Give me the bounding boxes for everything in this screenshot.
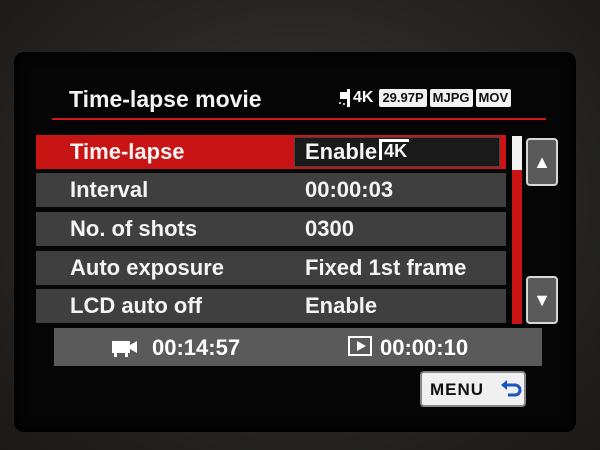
return-arrow-icon [500,377,522,405]
menu-header: Time-lapse movie 4K 29.97P MJPG MOV [55,82,545,118]
codec-badge: MJPG [429,89,473,107]
menu-item-value: Enable 4K [305,139,410,165]
menu-item-label: Time-lapse [70,139,185,164]
value-text: Enable [305,139,378,164]
triangle-up-icon: ▲ [533,151,551,172]
scroll-up-button[interactable]: ▲ [526,138,558,186]
page-title: Time-lapse movie [69,86,262,112]
playback-time: 00:00:10 [380,335,469,360]
time-status-bar: 00:14:57 00:00:10 [54,328,542,366]
recording-time: 00:14:57 [152,335,241,360]
scroll-thumb[interactable] [512,136,522,170]
menu-item-interval[interactable]: Interval 00:00:03 [36,173,506,207]
menu-item-value: Enable [305,293,378,318]
menu-item-label: Interval [70,177,149,202]
menu-button-label: MENU [430,380,485,399]
menu-item-value: 00:00:03 [305,177,394,202]
scroll-down-button[interactable]: ▼ [526,276,558,324]
menu-item-label: LCD auto off [70,293,202,318]
playback-icon [348,336,372,356]
movie-camera-icon [110,337,138,362]
menu-item-auto-exposure[interactable]: Auto exposure Fixed 1st frame [36,251,506,285]
frame-rate-badge: 29.97P [379,89,427,107]
menu-item-value: Fixed 1st frame [305,255,467,280]
menu-item-time-lapse[interactable]: Time-lapse Enable 4K [36,135,506,169]
scrollbar[interactable] [512,136,522,324]
resolution-badge: 4K [347,89,376,107]
header-divider [52,118,546,120]
format-badges: 4K 29.97P MJPG MOV [347,89,512,107]
menu-item-label: Auto exposure [70,255,225,280]
menu-back-button[interactable]: MENU [420,371,526,407]
container-badge: MOV [475,89,512,107]
menu-item-value: 0300 [305,216,354,241]
triangle-down-icon: ▼ [533,289,551,310]
settings-list: Time-lapse Enable 4K Interval 00:00:03 No… [36,135,506,323]
menu-item-lcd-auto-off[interactable]: LCD auto off Enable [36,289,506,323]
menu-item-label: No. of shots [70,216,198,241]
value-4k-badge: 4K [379,139,410,160]
menu-item-no-of-shots[interactable]: No. of shots 0300 [36,212,506,246]
